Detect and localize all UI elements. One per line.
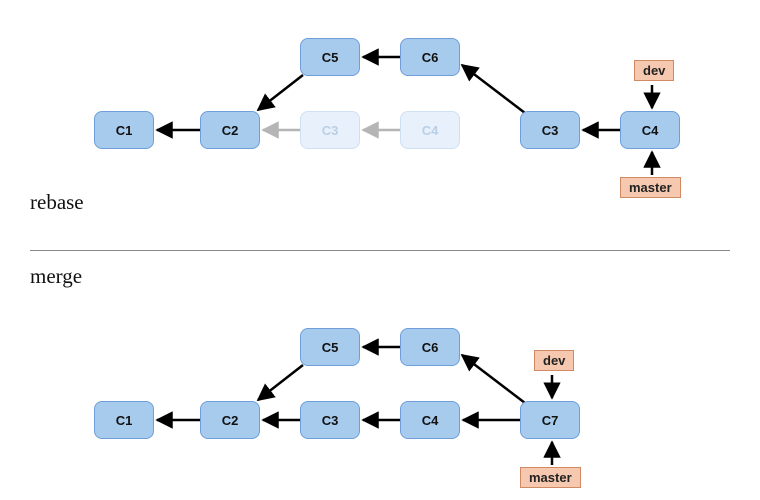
- arrow-c7-c6: [462, 355, 525, 403]
- commit-label: C3: [322, 123, 339, 138]
- branch-label: master: [529, 470, 572, 485]
- branch-dev: dev: [534, 350, 574, 371]
- merge-diagram: C5 C6 C1 C2 C3 C4 C7 dev master merge: [0, 250, 760, 500]
- commit-label: C4: [422, 413, 439, 428]
- commit-label: C7: [542, 413, 559, 428]
- commit-c4: C4: [620, 111, 680, 149]
- commit-c4-ghost: C4: [400, 111, 460, 149]
- branch-label: dev: [643, 63, 665, 78]
- merge-arrows: [0, 250, 760, 500]
- commit-c3: C3: [300, 401, 360, 439]
- commit-label: C4: [642, 123, 659, 138]
- commit-c2: C2: [200, 401, 260, 439]
- commit-c3-ghost: C3: [300, 111, 360, 149]
- branch-label: master: [629, 180, 672, 195]
- commit-c5: C5: [300, 38, 360, 76]
- commit-c1: C1: [94, 111, 154, 149]
- merge-caption: merge: [30, 264, 82, 289]
- commit-c6: C6: [400, 328, 460, 366]
- commit-c4: C4: [400, 401, 460, 439]
- commit-label: C2: [222, 413, 239, 428]
- branch-label: dev: [543, 353, 565, 368]
- branch-dev: dev: [634, 60, 674, 81]
- commit-c5: C5: [300, 328, 360, 366]
- branch-master: master: [620, 177, 681, 198]
- commit-label: C1: [116, 413, 133, 428]
- rebase-diagram: C5 C6 C1 C2 C3 C4 C3 C4 dev master rebas…: [0, 0, 760, 250]
- arrow-c5-c2: [258, 365, 303, 400]
- commit-c7: C7: [520, 401, 580, 439]
- commit-label: C3: [542, 123, 559, 138]
- rebase-caption: rebase: [30, 190, 84, 215]
- commit-c6: C6: [400, 38, 460, 76]
- arrow-c3-c6: [462, 65, 525, 113]
- branch-master: master: [520, 467, 581, 488]
- commit-label: C5: [322, 50, 339, 65]
- commit-label: C1: [116, 123, 133, 138]
- commit-c1: C1: [94, 401, 154, 439]
- commit-label: C3: [322, 413, 339, 428]
- commit-c3: C3: [520, 111, 580, 149]
- section-divider: [30, 250, 730, 251]
- commit-label: C4: [422, 123, 439, 138]
- commit-label: C6: [422, 50, 439, 65]
- commit-label: C2: [222, 123, 239, 138]
- arrow-c5-c2: [258, 75, 303, 110]
- commit-label: C6: [422, 340, 439, 355]
- commit-c2: C2: [200, 111, 260, 149]
- commit-label: C5: [322, 340, 339, 355]
